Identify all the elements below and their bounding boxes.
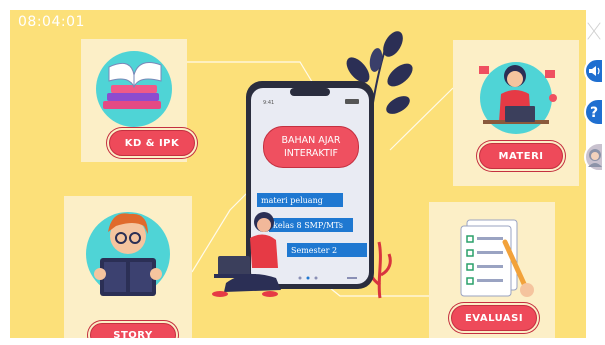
app-title-badge: BAHAN AJAR INTERAKTIF	[263, 126, 359, 168]
topic-badge: materi peluang	[257, 193, 343, 207]
speaker-icon	[589, 66, 600, 76]
kd-ipk-button[interactable]: KD & IPK	[109, 130, 195, 156]
session-timer: 08:04:01	[18, 14, 85, 30]
sound-button[interactable]	[584, 58, 604, 84]
main-menu-canvas: 08:04:01 9:41 BAHAN AJAR INTERAKTIF mate…	[10, 10, 586, 338]
kd-ipk-card[interactable]: KD & IPK	[81, 39, 195, 162]
story-button[interactable]: STORY	[90, 323, 176, 338]
screen: 08:04:01 9:41 BAHAN AJAR INTERAKTIF mate…	[0, 0, 605, 345]
materi-card[interactable]: MATERI	[453, 40, 579, 186]
app-title-line2: INTERAKTIF	[284, 148, 338, 159]
story-card[interactable]: STORY	[64, 196, 192, 338]
close-icon	[586, 21, 602, 41]
evaluasi-card[interactable]: EVALUASI	[429, 202, 555, 338]
profile-button[interactable]	[584, 142, 604, 172]
svg-text:9:41: 9:41	[263, 100, 274, 106]
semester-badge: Semester 2	[287, 243, 367, 257]
svg-text:?: ?	[590, 105, 598, 120]
materi-button[interactable]: MATERI	[479, 143, 563, 169]
person-laptop-illustration	[212, 212, 281, 297]
app-title-line1: BAHAN AJAR	[281, 135, 341, 146]
evaluasi-button[interactable]: EVALUASI	[451, 305, 537, 331]
close-button[interactable]	[584, 20, 604, 42]
reading-boy-illustration	[86, 212, 170, 296]
help-icon: ?	[590, 105, 598, 120]
help-button[interactable]: ?	[584, 98, 604, 126]
profile-icon	[588, 149, 602, 167]
